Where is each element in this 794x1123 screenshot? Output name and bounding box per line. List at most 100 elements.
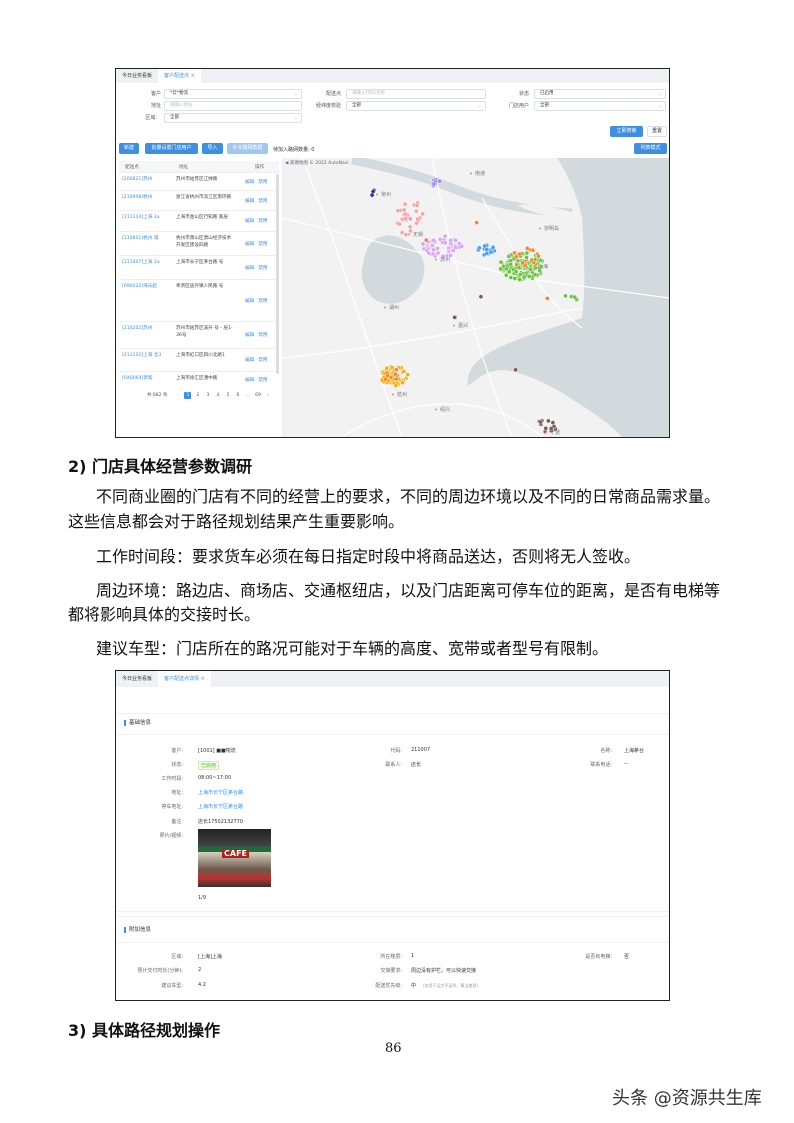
store-marker[interactable] [524, 246, 530, 251]
edit-link[interactable]: 编辑 [245, 299, 254, 304]
store-marker[interactable] [407, 224, 413, 230]
region-select[interactable]: 全部 ⌄ [164, 113, 302, 123]
disable-link[interactable]: 禁用 [258, 333, 267, 338]
disable-link[interactable]: 禁用 [258, 358, 267, 363]
page-5[interactable]: 5 [224, 392, 231, 399]
disable-link[interactable]: 禁用 [258, 266, 267, 271]
new-button[interactable]: 新建 [119, 143, 139, 154]
point-name-link[interactable]: [211102]上海 北3 [122, 352, 162, 359]
table-scrollbar[interactable] [276, 174, 279, 374]
next-page-icon[interactable]: › [264, 392, 271, 399]
disable-link[interactable]: 禁用 [258, 242, 267, 247]
store-marker[interactable] [423, 237, 429, 243]
store-marker[interactable] [384, 365, 390, 371]
edit-link[interactable]: 编辑 [245, 180, 254, 185]
store-marker[interactable] [408, 228, 413, 234]
store-marker[interactable] [518, 271, 523, 277]
store-marker[interactable] [488, 249, 494, 255]
store-marker[interactable] [394, 367, 399, 372]
store-marker[interactable] [520, 260, 525, 266]
page-69[interactable]: 69 [254, 392, 261, 399]
store-marker[interactable] [393, 383, 399, 388]
store-marker[interactable] [442, 240, 448, 246]
store-marker[interactable] [515, 258, 521, 264]
store-marker[interactable] [453, 238, 459, 243]
edit-link[interactable]: 编辑 [245, 199, 254, 204]
store-marker[interactable] [484, 251, 490, 256]
disable-link[interactable]: 禁用 [258, 299, 267, 304]
store-marker[interactable] [395, 208, 401, 214]
edit-link[interactable]: 编辑 [245, 219, 254, 224]
import-button[interactable]: 导入 [202, 143, 223, 154]
store-marker[interactable] [397, 221, 402, 227]
batch-store-user-button[interactable]: 批量设置门店用户 [145, 143, 198, 154]
store-marker[interactable] [435, 246, 440, 251]
store-marker[interactable] [426, 250, 432, 256]
point-name-link[interactable]: [210801]杭州 城 [122, 235, 162, 242]
store-marker[interactable] [528, 266, 534, 272]
store-marker[interactable] [452, 315, 457, 320]
store-marker[interactable] [369, 192, 375, 198]
tab-dashboard[interactable]: 今日业务看板 [116, 69, 158, 83]
point-input[interactable]: 请输入代码/名称 [346, 89, 486, 99]
store-marker[interactable] [392, 371, 398, 377]
store-marker[interactable] [402, 201, 408, 207]
store-marker[interactable] [430, 251, 436, 257]
store-marker[interactable] [393, 376, 399, 382]
search-button[interactable]: 立即搜索 [610, 126, 643, 137]
store-marker[interactable] [414, 202, 420, 208]
supplement-road-data-button[interactable]: 补充路网数据 [227, 143, 268, 154]
edit-link[interactable]: 编辑 [245, 242, 254, 247]
page-6[interactable]: 6 [234, 392, 241, 399]
store-marker[interactable] [526, 274, 532, 279]
store-marker[interactable] [514, 262, 519, 268]
store-marker[interactable] [385, 373, 390, 379]
store-marker[interactable] [543, 425, 549, 431]
store-marker[interactable] [529, 257, 535, 263]
edit-link[interactable]: 编辑 [245, 266, 254, 271]
point-name-link[interactable]: [210202]苏州 [122, 325, 162, 332]
store-marker[interactable] [498, 266, 503, 272]
store-marker[interactable] [442, 233, 448, 239]
store-marker[interactable] [405, 372, 411, 377]
store-marker[interactable] [401, 368, 407, 374]
store-marker[interactable] [572, 294, 578, 300]
store-marker[interactable] [450, 248, 456, 253]
store-marker[interactable] [536, 253, 541, 259]
store-marker[interactable] [508, 261, 514, 267]
store-marker[interactable] [403, 232, 409, 238]
store-marker[interactable] [431, 247, 436, 253]
page-3[interactable]: 3 [204, 392, 211, 399]
store-marker[interactable] [508, 275, 514, 280]
reset-button[interactable]: 重置 [647, 126, 667, 137]
store-user-select[interactable]: 全部 ⌄ [534, 101, 666, 111]
disable-link[interactable]: 禁用 [258, 378, 267, 383]
store-marker[interactable] [517, 277, 523, 282]
store-marker[interactable] [448, 237, 454, 243]
parking-value[interactable]: 上海市长宁区茅台路 [198, 803, 243, 810]
store-map[interactable]: 南通 常州 无锡 苏州 上海 崇明岛 湖州 嘉兴 杭州 绍兴 宁波 ◀ 高德地图 © 2022 Au… [281, 155, 669, 437]
store-marker[interactable] [431, 238, 436, 243]
store-marker[interactable] [532, 272, 538, 277]
list-mode-button[interactable]: 列表模式 [634, 143, 667, 154]
store-marker[interactable] [498, 259, 504, 265]
geo-check-select[interactable]: 全部 ⌄ [346, 101, 486, 111]
store-marker[interactable] [544, 296, 550, 301]
store-marker[interactable] [435, 250, 441, 256]
store-marker[interactable] [420, 211, 426, 217]
store-marker[interactable] [474, 220, 479, 225]
store-marker[interactable] [563, 293, 568, 299]
address-input[interactable]: 请输入地址 [164, 101, 302, 111]
prev-page-icon[interactable]: ‹ [174, 392, 181, 399]
store-marker[interactable] [415, 216, 421, 222]
store-marker[interactable] [477, 245, 482, 251]
disable-link[interactable]: 禁用 [258, 180, 267, 185]
edit-link[interactable]: 编辑 [245, 358, 254, 363]
store-marker[interactable] [517, 251, 523, 257]
edit-link[interactable]: 编辑 [245, 378, 254, 383]
point-name-link[interactable]: [200821]苏州 [122, 176, 162, 183]
page-2[interactable]: 2 [194, 392, 201, 399]
edit-link[interactable]: 编辑 [245, 333, 254, 338]
store-marker[interactable] [513, 367, 518, 373]
store-marker[interactable] [413, 208, 419, 214]
